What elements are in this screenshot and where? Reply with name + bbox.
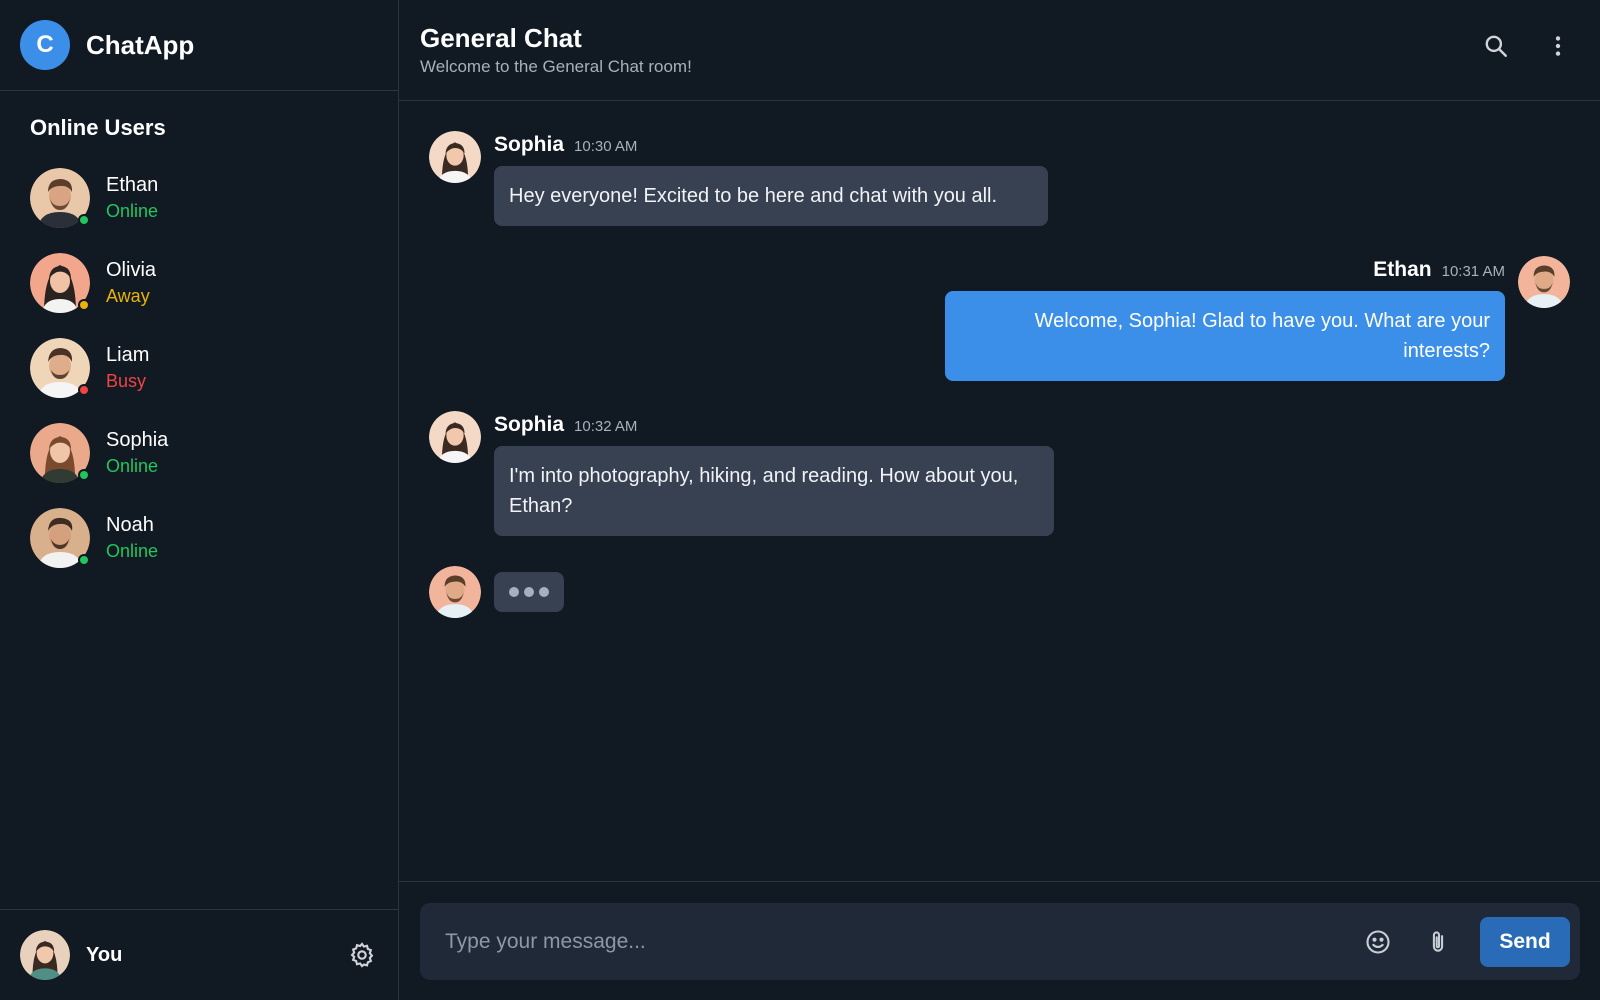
avatar-you [20, 930, 70, 980]
chat-app: C ChatApp Online Users Ethan Online Oliv… [0, 0, 1600, 1000]
gear-icon [350, 942, 374, 968]
user-name: Liam [106, 343, 150, 366]
user-name: Ethan [106, 173, 159, 196]
user-status: Online [106, 455, 159, 476]
user-item-olivia[interactable]: Olivia Away [0, 240, 398, 325]
user-name: Sophia [106, 428, 169, 451]
typing-indicator [494, 572, 564, 612]
more-vertical-icon [1555, 36, 1561, 56]
search-button[interactable] [1478, 28, 1514, 64]
app-logo: C [20, 20, 70, 70]
settings-button[interactable] [342, 935, 382, 975]
message-author: Sophia [494, 133, 565, 156]
chat-header: General Chat Welcome to the General Chat… [399, 0, 1600, 101]
user-status: Away [106, 285, 150, 306]
status-dot-away [78, 298, 90, 311]
online-users-list: Ethan Online Olivia Away Liam Busy Sophi… [0, 155, 398, 580]
user-item-sophia[interactable]: Sophia Online [0, 410, 398, 495]
message-bubble: Hey everyone! Excited to be here and cha… [494, 166, 1048, 226]
message-time: 10:32 AM [574, 418, 638, 435]
attach-button[interactable] [1420, 924, 1456, 960]
send-button[interactable]: Send [1480, 916, 1570, 967]
avatar-sophia [429, 411, 481, 463]
online-users-heading: Online Users [30, 115, 166, 140]
status-dot-online [78, 553, 90, 566]
message-input[interactable] [420, 903, 1360, 980]
typing-dot [524, 587, 534, 597]
user-item-noah[interactable]: Noah Online [0, 495, 398, 580]
chat-title: General Chat [420, 23, 582, 53]
message-list: Sophia 10:30 AM Hey everyone! Excited to… [399, 101, 1600, 881]
avatar-sophia [429, 131, 481, 183]
avatar-ethan [429, 566, 481, 618]
current-user-name: You [86, 943, 123, 966]
paperclip-icon [1432, 930, 1444, 952]
search-icon [1485, 35, 1507, 57]
user-name: Olivia [106, 258, 157, 281]
user-status: Busy [106, 370, 147, 391]
sidebar: C ChatApp Online Users Ethan Online Oliv… [0, 0, 399, 1000]
more-options-button[interactable] [1540, 28, 1576, 64]
status-dot-online [78, 468, 90, 481]
composer-bar: Send [399, 881, 1600, 1000]
user-name: Noah [106, 513, 154, 536]
avatar-ethan [1518, 256, 1570, 308]
composer: Send [420, 903, 1580, 980]
message-bubble: Welcome, Sophia! Glad to have you. What … [945, 291, 1505, 381]
chat-panel: General Chat Welcome to the General Chat… [399, 0, 1600, 1000]
user-item-liam[interactable]: Liam Busy [0, 325, 398, 410]
message-bubble: I'm into photography, hiking, and readin… [494, 446, 1054, 536]
current-user-bar: You [0, 909, 398, 1000]
chat-subtitle: Welcome to the General Chat room! [420, 57, 692, 76]
status-dot-online [78, 213, 90, 226]
user-status: Online [106, 540, 159, 561]
message-author: Ethan [1373, 258, 1432, 281]
message-time: 10:31 AM [1441, 263, 1505, 280]
message-author: Sophia [494, 413, 565, 436]
typing-dot [539, 587, 549, 597]
user-status: Online [106, 200, 159, 221]
status-dot-busy [78, 383, 90, 396]
message-time: 10:30 AM [574, 138, 638, 155]
emoji-button[interactable] [1360, 924, 1396, 960]
brand: C ChatApp [0, 0, 398, 91]
user-item-ethan[interactable]: Ethan Online [0, 155, 398, 240]
emoji-icon [1366, 929, 1390, 954]
app-name: ChatApp [86, 29, 195, 60]
typing-dot [509, 587, 519, 597]
